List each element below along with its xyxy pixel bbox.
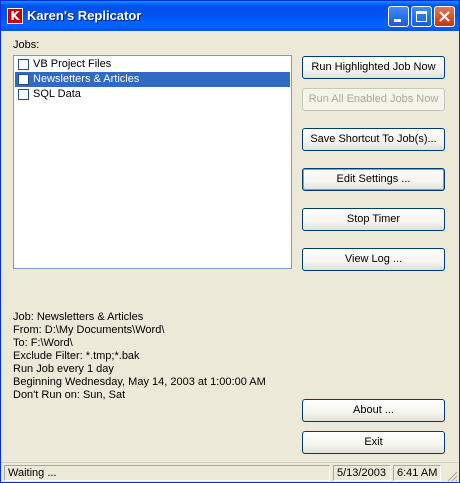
title-bar[interactable]: K Karen's Replicator <box>1 1 459 31</box>
status-date: 5/13/2003 <box>333 465 391 481</box>
view-log-button[interactable]: View Log ... <box>302 248 445 271</box>
job-item-vb-project-files[interactable]: VB Project Files <box>15 57 290 72</box>
job-item-label: Newsletters & Articles <box>33 73 140 85</box>
job-info-exclude: Exclude Filter: *.tmp;*.bak <box>13 350 140 362</box>
job-checkbox[interactable] <box>18 59 29 70</box>
status-bar: Waiting ... 5/13/2003 6:41 AM <box>1 462 459 482</box>
run-highlighted-job-button[interactable]: Run Highlighted Job Now <box>302 56 445 79</box>
maximize-button[interactable] <box>411 6 432 27</box>
close-button[interactable] <box>434 6 455 27</box>
job-item-sql-data[interactable]: SQL Data <box>15 87 290 102</box>
window-title: Karen's Replicator <box>27 8 142 23</box>
job-checkbox[interactable] <box>18 74 29 85</box>
status-time: 6:41 AM <box>393 465 441 481</box>
job-info-run: Run Job every 1 day <box>13 363 114 375</box>
close-icon <box>439 11 450 22</box>
job-info-to: To: F:\Word\ <box>13 337 73 349</box>
exit-button[interactable]: Exit <box>302 431 445 454</box>
stop-timer-button[interactable]: Stop Timer <box>302 208 445 231</box>
size-grip-icon[interactable] <box>446 470 458 482</box>
job-item-newsletters-articles[interactable]: Newsletters & Articles <box>15 72 290 87</box>
status-text: Waiting ... <box>4 465 330 481</box>
about-button[interactable]: About ... <box>302 399 445 422</box>
minimize-icon <box>394 19 401 22</box>
jobs-listbox[interactable]: VB Project Files Newsletters & Articles … <box>13 55 292 269</box>
jobs-label: Jobs: <box>13 39 40 51</box>
job-info-from: From: D:\My Documents\Word\ <box>13 324 165 336</box>
job-info-dont-run: Don't Run on: Sun, Sat <box>13 389 126 401</box>
app-icon[interactable]: K <box>7 8 23 24</box>
job-item-label: SQL Data <box>33 88 81 100</box>
job-checkbox[interactable] <box>18 89 29 100</box>
minimize-button[interactable] <box>388 6 409 27</box>
job-info-beginning: Beginning Wednesday, May 14, 2003 at 1:0… <box>13 376 266 388</box>
maximize-icon <box>416 11 427 22</box>
save-shortcut-button[interactable]: Save Shortcut To Job(s)... <box>302 128 445 151</box>
job-info-name: Job: Newsletters & Articles <box>13 311 144 323</box>
main-window: K Karen's Replicator Jobs: VB Project Fi… <box>0 0 460 483</box>
run-all-enabled-jobs-button[interactable]: Run All Enabled Jobs Now <box>302 88 445 111</box>
job-item-label: VB Project Files <box>33 58 112 70</box>
edit-settings-button[interactable]: Edit Settings ... <box>302 168 445 191</box>
